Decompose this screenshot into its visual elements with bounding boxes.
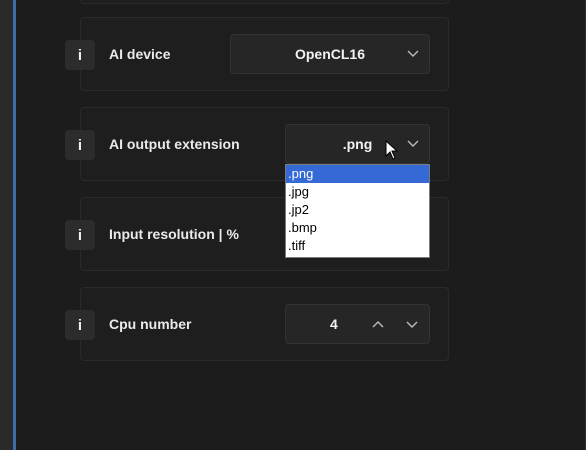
ai-output-extension-select[interactable]: .png bbox=[285, 124, 430, 164]
ai-output-extension-label: AI output extension bbox=[109, 136, 240, 152]
dropdown-option-bmp[interactable]: .bmp bbox=[286, 219, 429, 237]
dropdown-option-tiff[interactable]: .tiff bbox=[286, 237, 429, 255]
input-resolution-info-button[interactable]: i bbox=[65, 220, 95, 250]
extension-dropdown-list[interactable]: .png .jpg .jp2 .bmp .tiff bbox=[285, 164, 430, 258]
cpu-number-value: 4 bbox=[330, 316, 338, 332]
previous-setting-card bbox=[80, 0, 449, 4]
chevron-up-icon[interactable] bbox=[372, 318, 384, 330]
chevron-down-icon bbox=[407, 46, 419, 58]
input-resolution-label: Input resolution | % bbox=[109, 226, 239, 242]
dropdown-option-jpg[interactable]: .jpg bbox=[286, 183, 429, 201]
info-icon: i bbox=[77, 46, 83, 64]
info-icon: i bbox=[77, 226, 83, 244]
cpu-number-label: Cpu number bbox=[109, 316, 192, 332]
info-icon: i bbox=[77, 316, 83, 334]
window-left-border bbox=[0, 0, 16, 450]
mouse-cursor-icon bbox=[385, 139, 399, 160]
ai-output-extension-info-button[interactable]: i bbox=[65, 130, 95, 160]
ai-device-info-button[interactable]: i bbox=[65, 40, 95, 70]
chevron-down-icon bbox=[407, 136, 419, 148]
cpu-number-info-button[interactable]: i bbox=[65, 310, 95, 340]
cpu-number-spinbox[interactable]: 4 bbox=[285, 304, 430, 344]
ai-device-label: AI device bbox=[109, 46, 171, 62]
ai-device-value: OpenCL16 bbox=[294, 46, 365, 62]
dropdown-option-jp2[interactable]: .jp2 bbox=[286, 201, 429, 219]
ai-device-select[interactable]: OpenCL16 bbox=[230, 34, 430, 74]
info-icon: i bbox=[77, 136, 83, 154]
dropdown-option-png[interactable]: .png bbox=[286, 165, 429, 183]
chevron-down-icon[interactable] bbox=[406, 317, 418, 329]
ai-output-extension-value: .png bbox=[342, 136, 373, 152]
